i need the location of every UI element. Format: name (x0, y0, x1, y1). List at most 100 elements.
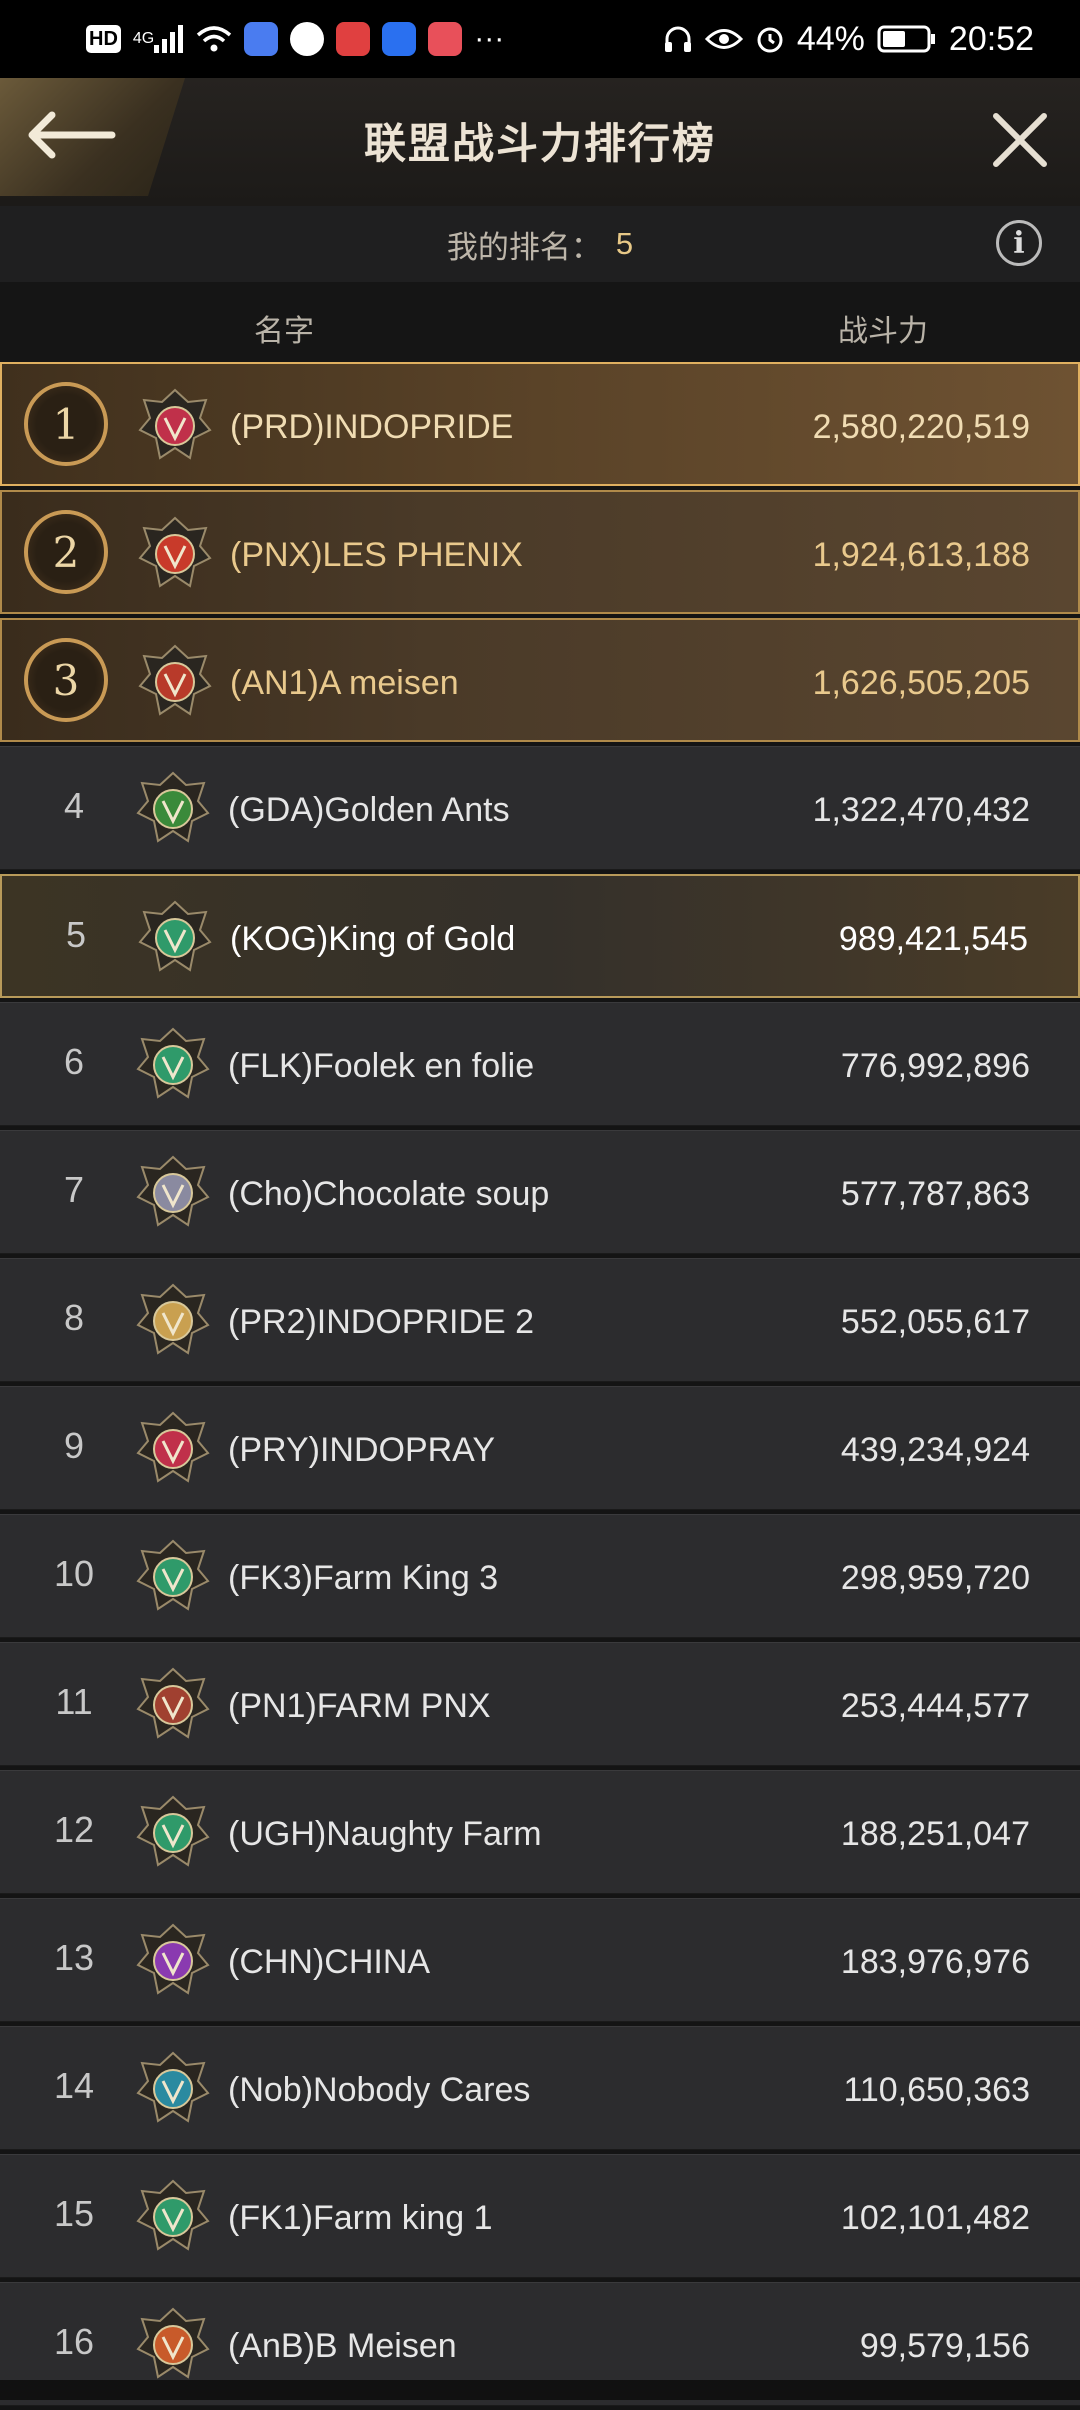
headphones-icon (663, 24, 693, 54)
alliance-emblem-icon (136, 1667, 210, 1741)
alliance-name: (Nob)Nobody Cares (228, 2071, 531, 2109)
rank-number: 6 (63, 1041, 85, 1082)
alliance-power: 1,322,470,432 (812, 791, 1030, 829)
ball-app-icon (290, 22, 325, 56)
rank-number: 9 (63, 1425, 85, 1466)
alliance-power: 188,251,047 (840, 1815, 1030, 1853)
status-bar: HD 4G ··· 44% 20:52 (0, 0, 1080, 78)
table-row[interactable]: 7 (Cho)Chocolate soup 577,787,863 (0, 1130, 1080, 1254)
alliance-name: (PRD)INDOPRIDE (230, 408, 514, 446)
wifi-icon (196, 25, 232, 53)
rank-number: 4 (63, 785, 85, 826)
alliance-emblem-icon (136, 1539, 210, 1613)
column-header-name: 名字 (254, 315, 314, 348)
my-rank-value: 5 (615, 226, 634, 261)
alliance-emblem-icon (136, 1923, 210, 1997)
table-row[interactable]: 6 (FLK)Foolek en folie 776,992,896 (0, 1002, 1080, 1126)
ranking-list[interactable]: 1 (PRD)INDOPRIDE 2,580,220,519 2 (PNX)LES PH… (0, 362, 1080, 2410)
info-button[interactable]: i (996, 220, 1042, 266)
alliance-emblem-icon (136, 1283, 210, 1357)
alliance-name: (UGH)Naughty Farm (228, 1815, 542, 1853)
table-row[interactable]: 14 (Nob)Nobody Cares 110,650,363 (0, 2026, 1080, 2150)
column-header-power: 战斗力 (838, 315, 928, 348)
rank-number: 14 (53, 2065, 95, 2106)
table-row[interactable]: 8 (PR2)INDOPRIDE 2 552,055,617 (0, 1258, 1080, 1382)
rank-number: 12 (53, 1809, 95, 1850)
rank-number: 8 (63, 1297, 85, 1338)
status-right: 44% 20:52 (663, 20, 1034, 59)
table-row[interactable]: 3 (AN1)A meisen 1,626,505,205 (0, 618, 1080, 742)
column-headers: 名字 战斗力 (0, 282, 1080, 362)
rank-number: 10 (53, 1553, 95, 1594)
alliance-emblem-icon (138, 516, 212, 590)
table-row[interactable]: 10 (FK3)Farm King 3 298,959,720 (0, 1514, 1080, 1638)
alliance-power: 1,924,613,188 (812, 536, 1030, 574)
alliance-emblem-icon (136, 1155, 210, 1229)
rank-number: 16 (53, 2321, 95, 2362)
table-row[interactable]: 11 (PN1)FARM PNX 253,444,577 (0, 1642, 1080, 1766)
alliance-emblem-icon (136, 2307, 210, 2381)
alliance-power: 110,650,363 (843, 2071, 1030, 2109)
alliance-name: (PNX)LES PHENIX (230, 536, 523, 574)
alliance-power: 577,787,863 (840, 1175, 1030, 1213)
hd-icon: HD (86, 25, 121, 53)
battery-icon (877, 24, 937, 54)
alliance-power: 183,976,976 (840, 1943, 1030, 1981)
alliance-name: (FK3)Farm King 3 (228, 1559, 499, 1597)
alliance-power: 989,421,545 (838, 920, 1028, 958)
alliance-emblem-icon (138, 900, 212, 974)
my-rank-bar: 我的排名： 5 i (0, 206, 1080, 284)
table-row[interactable]: 12 (UGH)Naughty Farm 188,251,047 (0, 1770, 1080, 1894)
rank-medal-badge: 3 (24, 638, 108, 722)
close-button[interactable] (990, 110, 1050, 170)
alliance-power: 776,992,896 (840, 1047, 1030, 1085)
status-left: HD 4G ··· (86, 22, 504, 56)
alliance-emblem-icon (136, 1795, 210, 1869)
rank-medal-badge: 2 (24, 510, 108, 594)
table-row[interactable]: 4 (GDA)Golden Ants 1,322,470,432 (0, 746, 1080, 870)
rank-number: 15 (53, 2193, 95, 2234)
alarm-icon (755, 24, 785, 54)
alliance-name: (PR2)INDOPRIDE 2 (228, 1303, 535, 1341)
rank-number: 11 (55, 1681, 93, 1722)
table-row[interactable]: 2 (PNX)LES PHENIX 1,924,613,188 (0, 490, 1080, 614)
alliance-emblem-icon (138, 388, 212, 462)
alliance-emblem-icon (136, 2179, 210, 2253)
eye-icon (704, 26, 743, 52)
rank-number: 5 (65, 914, 87, 955)
alliance-name: (FLK)Foolek en folie (228, 1047, 535, 1085)
alliance-power: 99,579,156 (859, 2327, 1030, 2365)
header-bar: 联盟战斗力排行榜 (0, 78, 1080, 208)
alliance-power: 253,444,577 (840, 1687, 1030, 1725)
music-app-icon (244, 22, 279, 56)
bottom-edge (0, 2380, 1080, 2400)
rank-number: 13 (53, 1937, 95, 1978)
alliance-emblem-icon (136, 2051, 210, 2125)
table-row[interactable]: 13 (CHN)CHINA 183,976,976 (0, 1898, 1080, 2022)
close-icon (990, 113, 1050, 174)
table-row[interactable]: 15 (FK1)Farm king 1 102,101,482 (0, 2154, 1080, 2278)
alliance-power: 439,234,924 (840, 1431, 1030, 1469)
alliance-power: 298,959,720 (840, 1559, 1030, 1597)
alliance-emblem-icon (136, 1411, 210, 1485)
my-rank-label: 我的排名： (446, 229, 602, 265)
alliance-name: (Cho)Chocolate soup (228, 1175, 550, 1213)
alliance-emblem-icon (138, 644, 212, 718)
alliance-name: (PN1)FARM PNX (228, 1687, 491, 1725)
rank-number: 7 (63, 1169, 85, 1210)
clock-time: 20:52 (948, 19, 1034, 58)
alliance-emblem-icon (136, 1027, 210, 1101)
alliance-power: 102,101,482 (840, 2199, 1030, 2237)
rank-medal-badge: 1 (24, 382, 108, 466)
battery-percent: 44% (796, 19, 865, 58)
table-row[interactable]: 9 (PRY)INDOPRAY 439,234,924 (0, 1386, 1080, 1510)
alliance-name: (AnB)B Meisen (228, 2327, 457, 2365)
more-notifications-icon: ··· (474, 22, 505, 55)
book-app-icon (336, 22, 371, 56)
network-type: 4G (132, 30, 155, 47)
alliance-name: (AN1)A meisen (230, 664, 459, 702)
alliance-name: (FK1)Farm king 1 (228, 2199, 493, 2237)
table-row[interactable]: 1 (PRD)INDOPRIDE 2,580,220,519 (0, 362, 1080, 486)
table-row[interactable]: 5 (KOG)King of Gold 989,421,545 (0, 874, 1080, 998)
huawei-app-icon (428, 22, 463, 56)
